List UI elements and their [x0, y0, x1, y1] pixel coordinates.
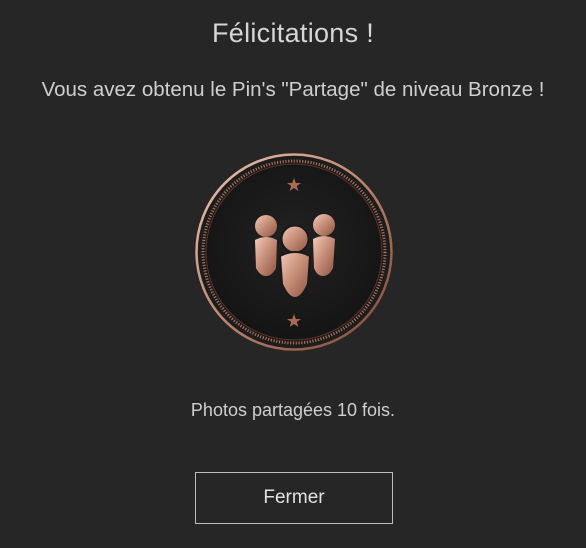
- close-button[interactable]: Fermer: [195, 472, 393, 524]
- person-icon: [255, 215, 277, 276]
- achievement-caption: Photos partagées 10 fois.: [190, 400, 396, 420]
- achievement-dialog: Félicitations ! Vous avez obtenu le Pin'…: [0, 0, 586, 548]
- person-icon: [278, 224, 312, 300]
- dialog-title: Félicitations !: [211, 18, 375, 48]
- bronze-badge-icon: [195, 153, 393, 351]
- dialog-message: Vous avez obtenu le Pin's "Partage" de n…: [41, 78, 545, 101]
- person-icon: [313, 214, 335, 276]
